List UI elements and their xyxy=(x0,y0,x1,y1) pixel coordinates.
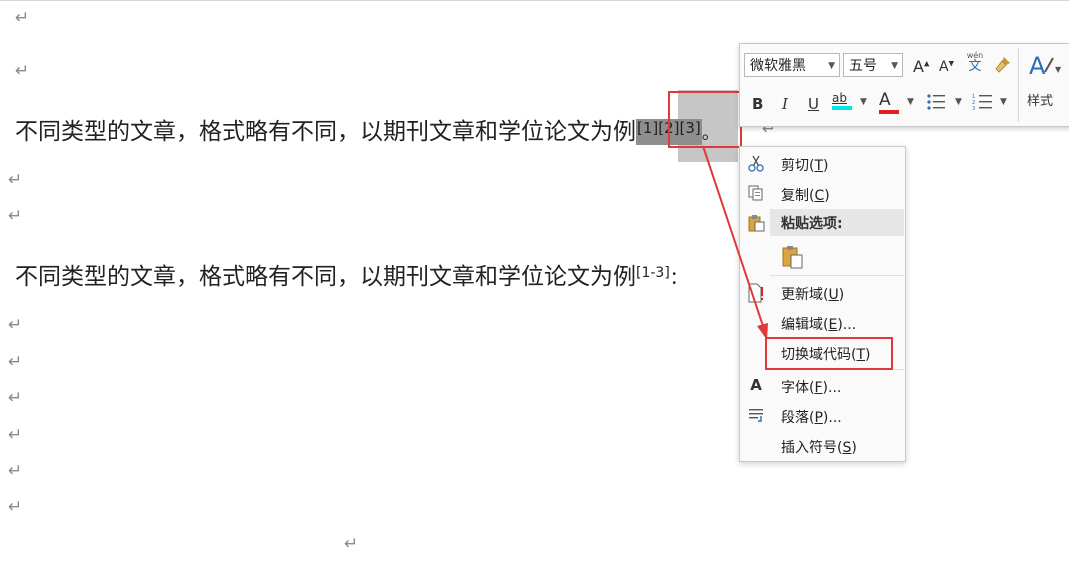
annotation-arrow xyxy=(702,145,768,340)
